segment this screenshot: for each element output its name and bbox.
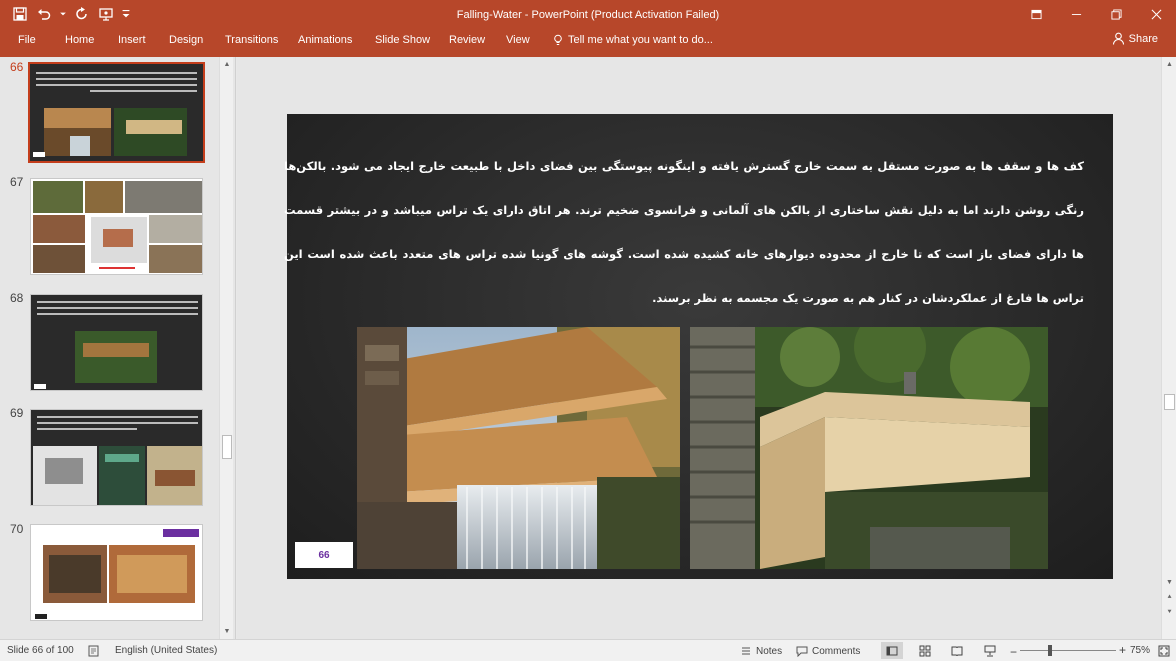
close-icon (1151, 9, 1161, 19)
thumbnails-scrollbar[interactable]: ▲ ▼ (219, 57, 233, 639)
slide-count: Slide 66 of 100 (7, 645, 74, 656)
slide-editing-canvas: کف ها و سقف ها به صورت مستقل به سمت خارج… (237, 57, 1161, 639)
window-title: Falling-Water - PowerPoint (Product Acti… (456, 9, 720, 21)
thumbnail-preview (31, 410, 202, 505)
next-slide-button[interactable]: ⯆ (1162, 606, 1176, 619)
photo-image (357, 327, 680, 569)
thumbnail-preview (31, 295, 202, 390)
spelling-check-button[interactable] (88, 645, 100, 657)
tab-slide-show[interactable]: Slide Show (373, 34, 432, 46)
tab-review[interactable]: Review (447, 34, 487, 46)
fallingwater-waterfall-photo[interactable] (357, 327, 680, 569)
fit-slide-button[interactable] (1158, 645, 1170, 657)
scroll-up-button[interactable]: ▲ (220, 58, 234, 71)
slide-sorter-view-button[interactable] (914, 642, 936, 659)
ribbon-tabs: File Home Insert Design Transitions Anim… (0, 30, 1176, 57)
current-slide[interactable]: کف ها و سقف ها به صورت مستقل به سمت خارج… (284, 114, 1113, 579)
tab-file[interactable]: File (16, 34, 38, 46)
book-icon (951, 646, 963, 656)
thumbnail-number: 68 (10, 291, 24, 305)
share-label: Share (1128, 32, 1158, 45)
reading-view-button[interactable] (946, 642, 968, 659)
thumbnail-number: 69 (10, 406, 24, 420)
zoom-in-button[interactable]: + (1119, 643, 1126, 657)
scrollbar-thumb[interactable] (222, 435, 232, 459)
restore-button[interactable] (1096, 0, 1136, 28)
previous-slide-button[interactable]: ⯅ (1162, 591, 1176, 604)
notes-icon (742, 647, 750, 655)
zoom-slider[interactable] (1020, 650, 1116, 651)
minimize-icon (1071, 13, 1081, 15)
scroll-up-button[interactable]: ▲ (1162, 58, 1176, 71)
tab-view[interactable]: View (504, 34, 532, 46)
share-button[interactable]: Share (1112, 32, 1158, 45)
tab-transitions[interactable]: Transitions (223, 34, 280, 46)
thumbnail-preview (31, 179, 202, 274)
notes-label: Notes (756, 645, 783, 657)
slide-thumbnail-70[interactable] (30, 524, 203, 621)
slide-thumbnail-66[interactable] (28, 62, 205, 163)
slide-page-number: 66 (295, 542, 353, 568)
projector-icon (984, 645, 996, 656)
slide-thumbnail-67[interactable] (30, 178, 203, 275)
grid-icon (919, 645, 931, 656)
normal-view-button[interactable] (881, 642, 903, 659)
scroll-down-button[interactable]: ▼ (1162, 576, 1176, 589)
proofing-icon (88, 645, 99, 657)
slide-body-text[interactable]: کف ها و سقف ها به صورت مستقل به سمت خارج… (284, 144, 1084, 320)
tell-me-label: Tell me what you want to do... (568, 34, 713, 46)
slideshow-view-button[interactable] (979, 642, 1001, 659)
thumbnail-number: 70 (10, 522, 24, 536)
zoom-level[interactable]: 75% (1130, 645, 1150, 656)
thumbnail-number: 66 (10, 60, 24, 74)
tab-design[interactable]: Design (167, 34, 205, 46)
restore-icon (1110, 8, 1122, 20)
person-icon (1112, 32, 1124, 45)
notes-button[interactable]: Notes (740, 645, 782, 657)
zoom-slider-thumb[interactable] (1048, 645, 1052, 656)
tab-animations[interactable]: Animations (296, 34, 354, 46)
slide-thumbnails-pane: 66 67 68 69 70 ▲ ▼ (0, 57, 236, 639)
ribbon-options-icon (1030, 9, 1042, 19)
thumbnail-preview (30, 64, 203, 161)
close-button[interactable] (1136, 0, 1176, 28)
fit-to-window-icon (1158, 645, 1170, 657)
lightbulb-icon (554, 34, 562, 45)
language-indicator[interactable]: English (United States) (115, 645, 217, 656)
comments-label: Comments (812, 645, 861, 657)
window-controls (1016, 0, 1176, 30)
scroll-down-button[interactable]: ▼ (220, 625, 234, 638)
title-bar: Falling-Water - PowerPoint (Product Acti… (0, 0, 1176, 30)
tab-insert[interactable]: Insert (116, 34, 148, 46)
minimize-button[interactable] (1056, 0, 1096, 28)
slide-canvas-scrollbar[interactable]: ▲ ▼ ⯅ ⯆ (1161, 57, 1176, 639)
comments-button[interactable]: Comments (796, 645, 860, 657)
tab-home[interactable]: Home (63, 34, 96, 46)
comment-icon (796, 646, 808, 657)
normal-view-icon (886, 646, 898, 655)
slide-thumbnail-69[interactable] (30, 409, 203, 506)
thumbnail-preview (31, 525, 202, 620)
zoom-out-button[interactable]: − (1010, 645, 1017, 659)
status-bar: Slide 66 of 100 English (United States) … (0, 639, 1176, 661)
fallingwater-balcony-photo[interactable] (690, 327, 1048, 569)
scrollbar-thumb[interactable] (1164, 394, 1175, 410)
slide-thumbnail-68[interactable] (30, 294, 203, 391)
ribbon-display-options-button[interactable] (1016, 0, 1056, 28)
photo-image (690, 327, 1048, 569)
thumbnail-number: 67 (10, 175, 24, 189)
tell-me-search[interactable]: Tell me what you want to do... (552, 34, 713, 46)
